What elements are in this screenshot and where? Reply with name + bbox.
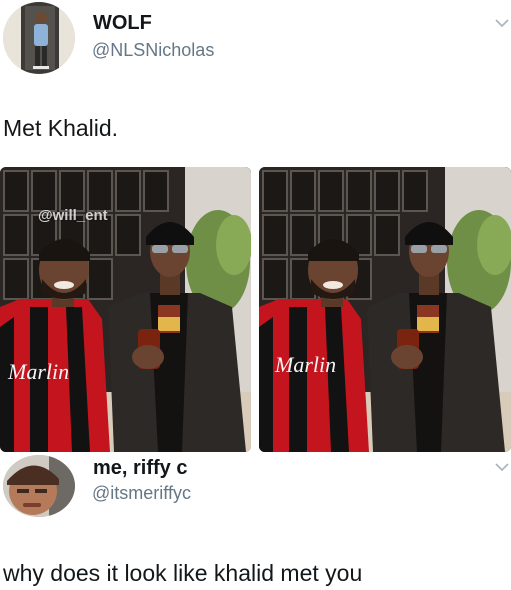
chevron-down-icon[interactable] xyxy=(493,458,511,476)
display-name[interactable]: WOLF xyxy=(93,12,152,35)
user-handle[interactable]: @itsmeriffyc xyxy=(92,483,191,504)
photo-scene: Marlin xyxy=(259,167,511,452)
tweet-text: Met Khalid. xyxy=(3,115,119,141)
avatar-photo xyxy=(3,455,75,517)
avatar-photo xyxy=(3,2,75,74)
tweet-photo[interactable]: Marlin @will_ent xyxy=(0,167,251,452)
tweet-photo[interactable]: Marlin xyxy=(259,167,511,452)
display-name[interactable]: me, riffy c xyxy=(93,457,187,480)
user-handle[interactable]: @NLSNicholas xyxy=(92,40,214,61)
avatar[interactable] xyxy=(3,455,75,517)
chevron-down-icon[interactable] xyxy=(493,14,511,32)
jersey-logo: Marlin xyxy=(274,352,336,377)
watermark: @will_ent xyxy=(38,207,108,224)
avatar[interactable] xyxy=(3,2,75,74)
jersey-logo: Marlin xyxy=(7,359,69,384)
tweet-text: why does it look like khalid met you xyxy=(3,560,363,586)
